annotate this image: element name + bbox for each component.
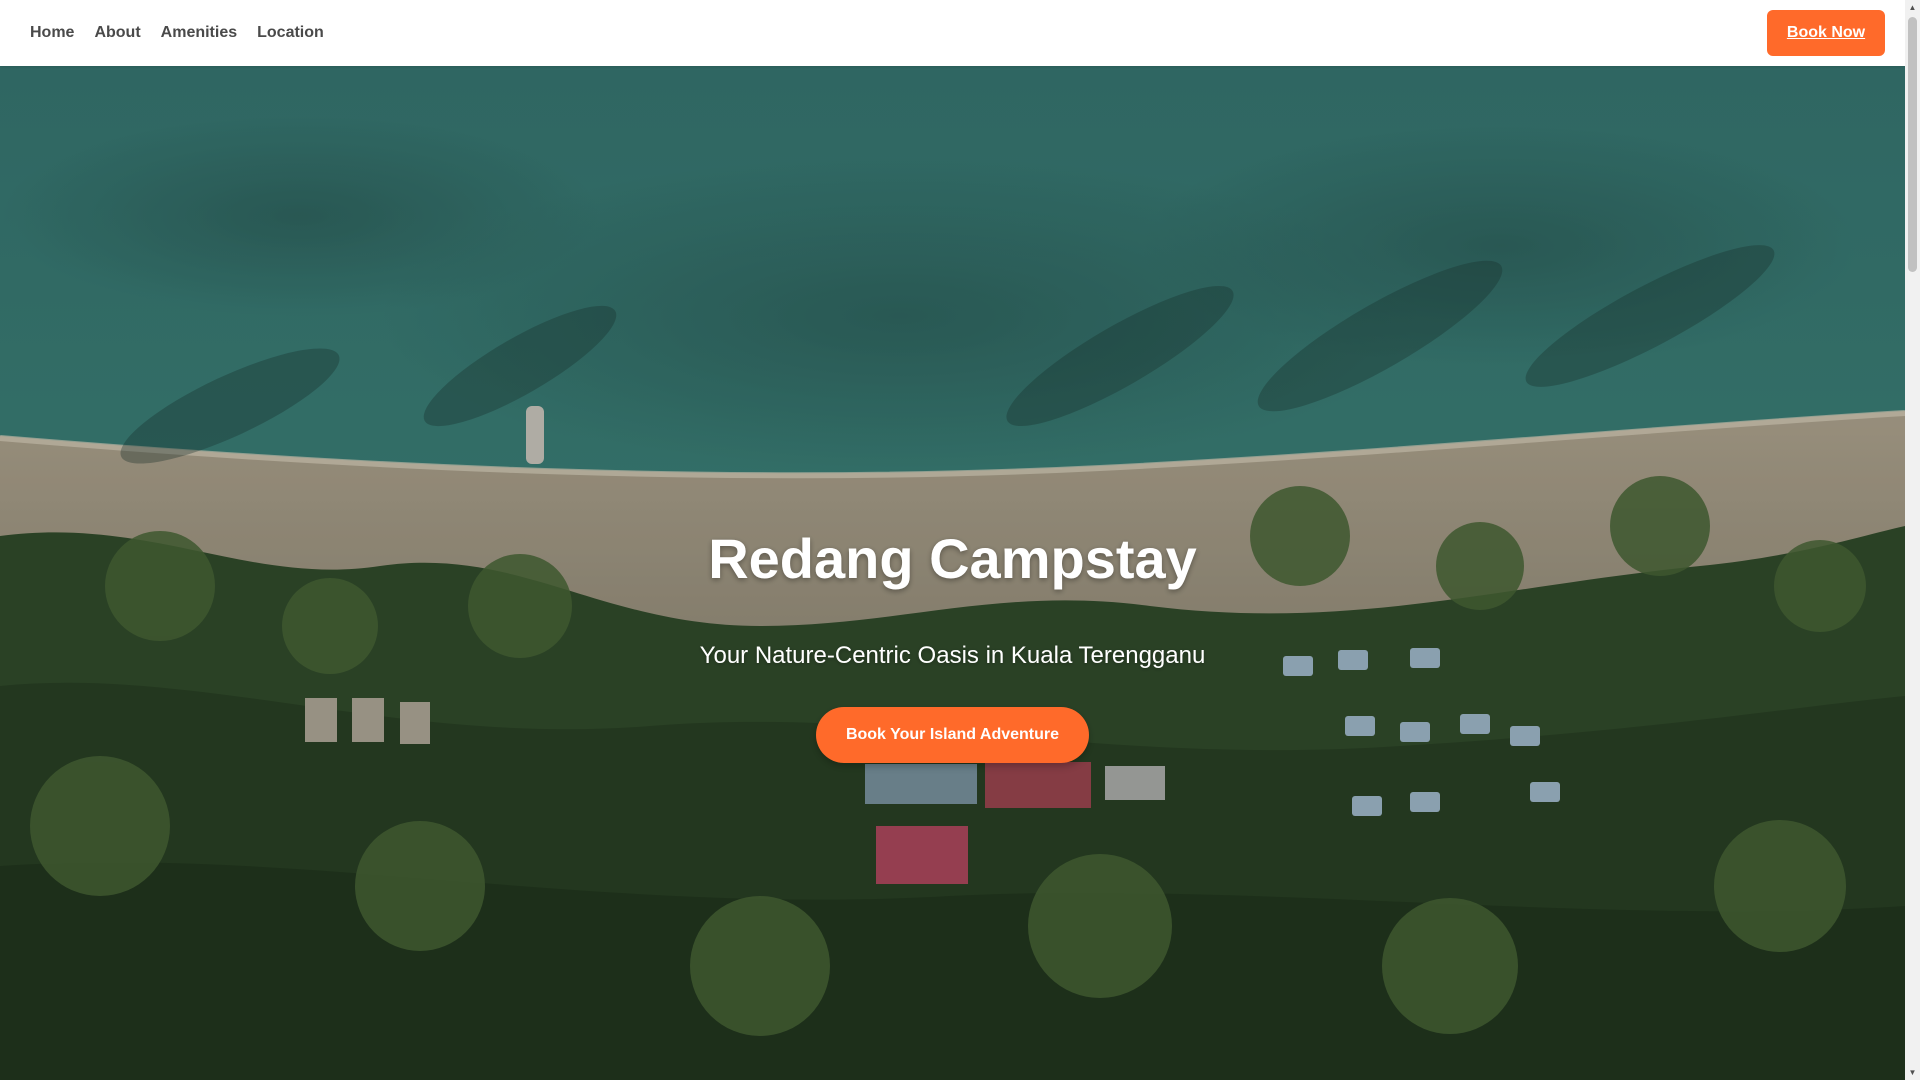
book-adventure-button[interactable]: Book Your Island Adventure (816, 707, 1089, 763)
nav-link-about[interactable]: About (94, 24, 140, 42)
hero-subtitle: Your Nature-Centric Oasis in Kuala Teren… (699, 642, 1206, 669)
nav-links: Home About Amenities Location (30, 0, 324, 66)
page: Home About Amenities Location Book Now R… (0, 0, 1920, 1080)
vertical-scrollbar[interactable]: ▲ ▼ (1905, 0, 1920, 1080)
nav-link-amenities[interactable]: Amenities (161, 24, 237, 42)
book-now-button[interactable]: Book Now (1767, 10, 1885, 56)
scroll-down-icon[interactable]: ▼ (1905, 1065, 1920, 1080)
top-navbar: Home About Amenities Location Book Now (0, 0, 1905, 66)
nav-link-location[interactable]: Location (257, 24, 324, 42)
hero-title: Redang Campstay (708, 527, 1197, 590)
nav-link-home[interactable]: Home (30, 24, 74, 42)
scroll-up-icon[interactable]: ▲ (1905, 0, 1920, 15)
scrollbar-thumb[interactable] (1908, 17, 1917, 272)
hero-section: Redang Campstay Your Nature-Centric Oasi… (0, 66, 1905, 1080)
